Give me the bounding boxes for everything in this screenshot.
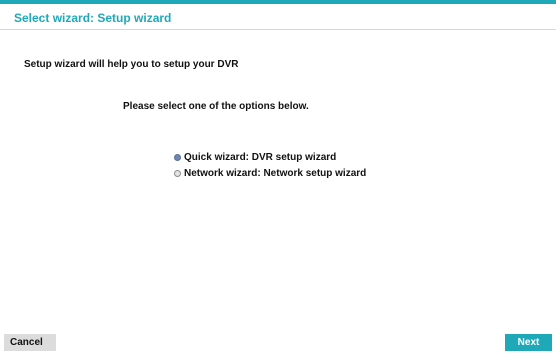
- instruction-text: Please select one of the options below.: [123, 101, 309, 112]
- quick-wizard-label[interactable]: Quick wizard: DVR setup wizard: [184, 152, 336, 163]
- quick-wizard-radio[interactable]: [174, 153, 181, 161]
- next-button[interactable]: Next: [505, 334, 552, 351]
- network-wizard-label[interactable]: Network wizard: Network setup wizard: [184, 168, 366, 179]
- quick-wizard-option[interactable]: Quick wizard: DVR setup wizard: [174, 150, 336, 164]
- cancel-button[interactable]: Cancel: [4, 334, 56, 351]
- network-wizard-radio[interactable]: [174, 169, 181, 177]
- network-wizard-option[interactable]: Network wizard: Network setup wizard: [174, 166, 366, 180]
- title-bar: Select wizard: Setup wizard: [0, 4, 556, 30]
- dialog-title: Select wizard: Setup wizard: [14, 11, 172, 25]
- intro-text: Setup wizard will help you to setup your…: [24, 59, 239, 70]
- setup-wizard-dialog: Select wizard: Setup wizard Setup wizard…: [0, 0, 556, 355]
